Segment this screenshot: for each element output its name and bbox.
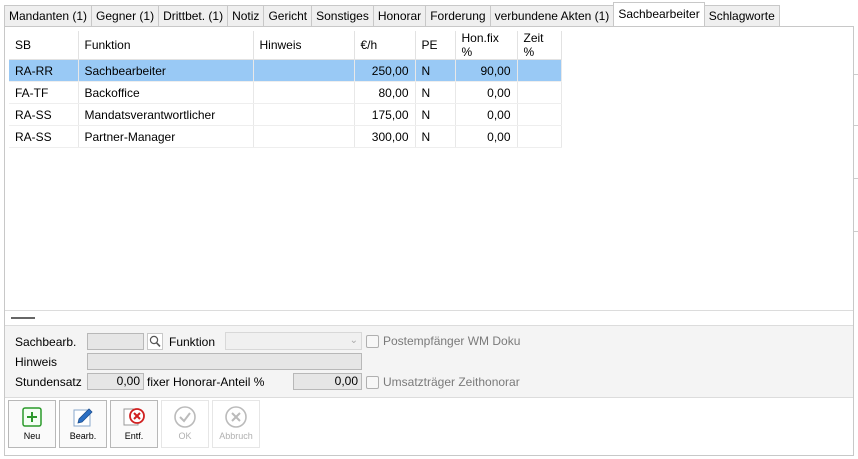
ok-button[interactable]: OK <box>161 400 209 448</box>
column-header-pe[interactable]: PE <box>415 31 456 60</box>
column-header-zeit[interactable]: Zeit % <box>517 31 562 60</box>
tab-gericht[interactable]: Gericht <box>263 5 313 26</box>
cell-pe: N <box>415 103 456 126</box>
edit-icon <box>73 408 93 427</box>
cancel-icon <box>225 406 247 428</box>
tab-sachbearbeiter[interactable]: Sachbearbeiter <box>613 2 705 26</box>
table-row[interactable]: RA-SS Partner-Manager 300,00 N 0,00 <box>9 125 562 148</box>
cell-honfix: 90,00 <box>455 59 518 82</box>
cell-sb: RA-SS <box>9 103 79 126</box>
table-row[interactable]: RA-SS Mandatsverantwortlicher 175,00 N 0… <box>9 103 562 126</box>
splitter-grip[interactable] <box>11 317 35 319</box>
cell-zeit <box>517 59 562 82</box>
cell-rate: 300,00 <box>354 125 416 148</box>
checkbox-box[interactable] <box>366 375 379 389</box>
action-toolbar: Neu Bearb. Entf. OK Abbruch <box>5 397 853 454</box>
tab-notiz[interactable]: Notiz <box>227 5 265 26</box>
tab-sonstiges[interactable]: Sonstiges <box>311 5 374 26</box>
column-header-funktion[interactable]: Funktion <box>78 31 254 60</box>
new-button-label: Neu <box>23 431 41 441</box>
cell-funktion: Backoffice <box>78 81 254 104</box>
cell-sb: FA-TF <box>9 81 79 104</box>
edit-button[interactable]: Bearb. <box>59 400 107 448</box>
splitter[interactable] <box>5 310 853 325</box>
cell-rate: 80,00 <box>354 81 416 104</box>
delete-button-label: Entf. <box>124 431 144 441</box>
stundensatz-field[interactable]: 0,00 <box>87 373 144 390</box>
cell-hinweis <box>253 125 355 148</box>
funktion-label: Funktion <box>169 335 216 349</box>
column-header-honfix[interactable]: Hon.fix % <box>455 31 518 60</box>
checkbox-box[interactable] <box>366 334 379 348</box>
fixer-honorar-field[interactable]: 0,00 <box>293 373 362 390</box>
cell-funktion: Sachbearbeiter <box>78 59 254 82</box>
table-row[interactable]: RA-RR Sachbearbeiter 250,00 N 90,00 <box>9 59 562 82</box>
cell-pe: N <box>415 59 456 82</box>
ok-button-label: OK <box>178 431 192 441</box>
cell-pe: N <box>415 81 456 104</box>
delete-button[interactable]: Entf. <box>110 400 158 448</box>
cell-pe: N <box>415 125 456 148</box>
edge-tick <box>854 125 858 126</box>
cell-zeit <box>517 125 562 148</box>
delete-icon <box>123 408 145 426</box>
cell-hinweis <box>253 81 355 104</box>
tab-mandanten[interactable]: Mandanten (1) <box>4 5 93 26</box>
tab-verbundene-akten[interactable]: verbundene Akten (1) <box>489 5 615 26</box>
cell-sb: RA-SS <box>9 125 79 148</box>
hinweis-field[interactable] <box>87 353 362 370</box>
sachbearbeiter-table: SB Funktion Hinweis €/h PE Hon.fix % Zei… <box>9 31 562 148</box>
tab-honorar[interactable]: Honorar <box>372 5 427 26</box>
postempfaenger-checkbox[interactable]: Postempfänger WM Doku <box>366 334 520 348</box>
cell-hinweis <box>253 59 355 82</box>
table-row[interactable]: FA-TF Backoffice 80,00 N 0,00 <box>9 81 562 104</box>
cell-honfix: 0,00 <box>455 103 518 126</box>
edit-form: Sachbearb. Funktion ⌄ Postempfänger WM D… <box>5 325 853 398</box>
tab-bar: Mandanten (1) Gegner (1) Drittbet. (1) N… <box>4 2 780 26</box>
chevron-down-icon: ⌄ <box>349 335 358 346</box>
cancel-button-label: Abbruch <box>219 431 253 441</box>
hinweis-label: Hinweis <box>15 355 58 369</box>
umsatztraeger-checkbox[interactable]: Umsatzträger Zeithonorar <box>366 375 520 389</box>
table-header: SB Funktion Hinweis €/h PE Hon.fix % Zei… <box>9 31 562 60</box>
stundensatz-label: Stundensatz <box>15 375 82 389</box>
tab-schlagworte[interactable]: Schlagworte <box>703 5 780 26</box>
search-button[interactable] <box>147 333 163 350</box>
cell-sb: RA-RR <box>9 59 79 82</box>
edge-tick <box>854 74 858 75</box>
sachbearb-label: Sachbearb. <box>15 335 77 349</box>
sachbearbeiter-panel: SB Funktion Hinweis €/h PE Hon.fix % Zei… <box>4 26 854 456</box>
tab-drittbet[interactable]: Drittbet. (1) <box>158 5 229 26</box>
check-icon <box>174 406 196 428</box>
fixer-honorar-label: fixer Honorar-Anteil % <box>147 375 265 389</box>
umsatztraeger-label: Umsatzträger Zeithonorar <box>383 375 520 389</box>
cell-zeit <box>517 103 562 126</box>
cell-rate: 175,00 <box>354 103 416 126</box>
search-icon <box>149 335 161 347</box>
edit-button-label: Bearb. <box>69 431 97 441</box>
column-header-hinweis[interactable]: Hinweis <box>253 31 355 60</box>
column-header-sb[interactable]: SB <box>9 31 79 60</box>
add-icon <box>22 407 42 427</box>
column-header-rate[interactable]: €/h <box>354 31 416 60</box>
sachbearb-field[interactable] <box>87 333 144 350</box>
new-button[interactable]: Neu <box>8 400 56 448</box>
cell-zeit <box>517 81 562 104</box>
edge-tick <box>854 178 858 179</box>
tab-forderung[interactable]: Forderung <box>425 5 491 26</box>
edge-tick <box>854 231 858 232</box>
cell-rate: 250,00 <box>354 59 416 82</box>
cell-funktion: Mandatsverantwortlicher <box>78 103 254 126</box>
cell-hinweis <box>253 103 355 126</box>
cancel-button[interactable]: Abbruch <box>212 400 260 448</box>
funktion-select[interactable]: ⌄ <box>225 332 362 350</box>
cell-funktion: Partner-Manager <box>78 125 254 148</box>
postempfaenger-label: Postempfänger WM Doku <box>383 334 521 348</box>
tab-gegner[interactable]: Gegner (1) <box>91 5 160 26</box>
cell-honfix: 0,00 <box>455 81 518 104</box>
cell-honfix: 0,00 <box>455 125 518 148</box>
